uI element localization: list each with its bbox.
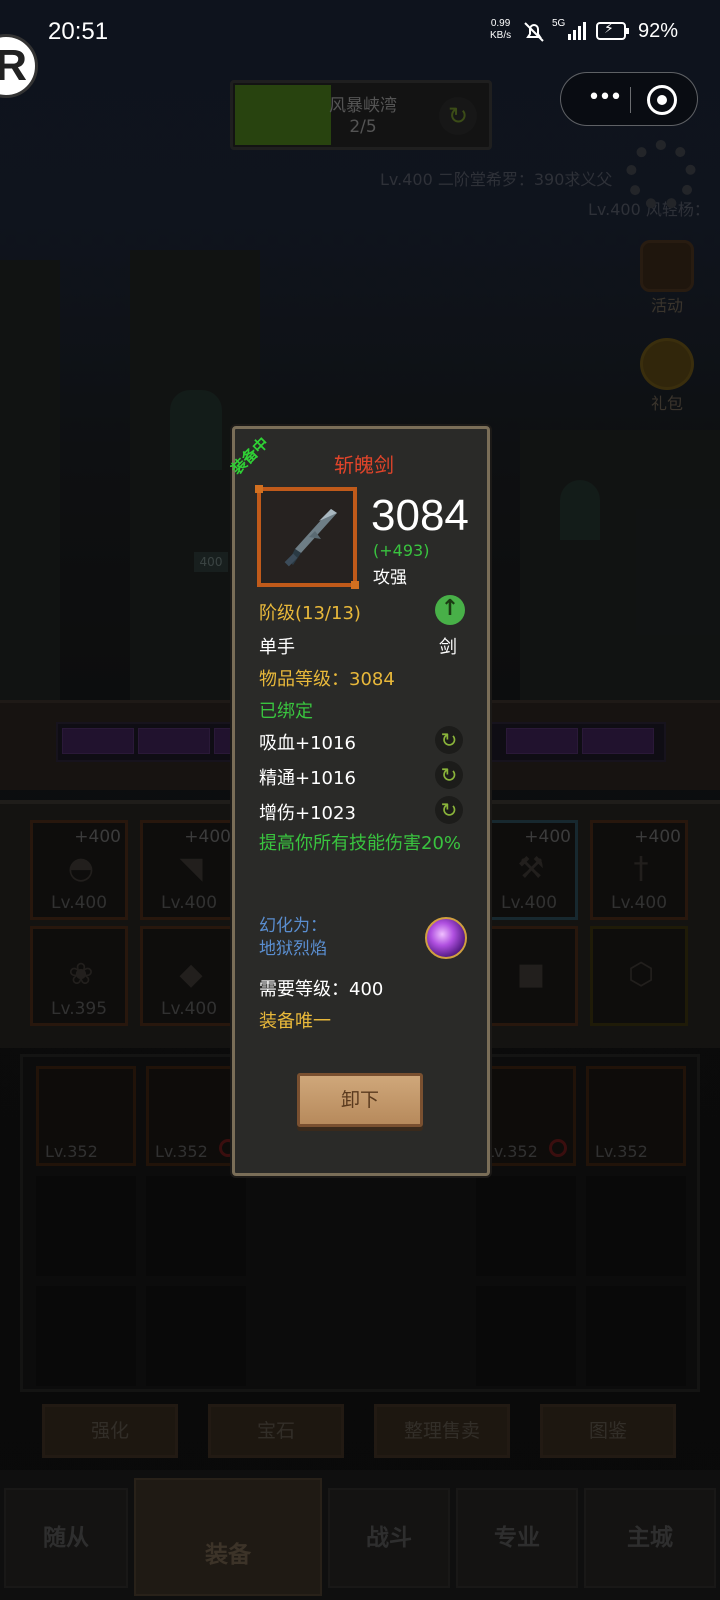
battery-percent: 92%	[638, 20, 679, 42]
stat-line: 增伤+1023	[259, 803, 356, 824]
unequip-button[interactable]: 卸下	[297, 1073, 423, 1127]
net-speed-unit: KB/s	[490, 30, 512, 41]
refresh-icon[interactable]: ↻	[435, 796, 463, 824]
orb-icon[interactable]	[425, 917, 467, 959]
status-bar: 20:51 0.99 KB/s 5G ⚡ 92%	[0, 0, 720, 70]
item-tooltip: 装备中 斩魄剑 3084 (+493) 攻强 阶级(13/13) ↑ 单手 剑 …	[228, 426, 490, 1176]
weapon-type: 剑	[439, 637, 457, 658]
mute-icon	[524, 22, 544, 42]
gear-score: 3084	[371, 491, 469, 540]
refresh-icon[interactable]: ↻	[435, 726, 463, 754]
capsule-divider	[630, 87, 631, 113]
item-name: 斩魄剑	[334, 453, 394, 477]
upgrade-arrow-icon[interactable]: ↑	[435, 595, 465, 625]
bound-status: 已绑定	[259, 701, 313, 722]
clock: 20:51	[48, 18, 109, 45]
stat-line: 精通+1016	[259, 768, 356, 789]
gear-score-delta: (+493)	[373, 541, 430, 560]
required-level: 需要等级：400	[259, 979, 384, 1000]
sword-icon	[284, 509, 337, 567]
transmog-label: 幻化为：	[259, 916, 327, 936]
transmog-info: 幻化为： 地狱烈焰	[259, 915, 327, 961]
unique-equip: 装备唯一	[259, 1011, 331, 1032]
item-quality: 攻强	[373, 568, 407, 588]
item-icon-frame	[255, 485, 359, 589]
network-speed: 0.99 KB/s	[490, 18, 511, 42]
miniprogram-capsule: •••	[560, 72, 698, 126]
network-type: 5G	[552, 18, 566, 29]
signal-icon	[568, 22, 586, 40]
transmog-name: 地狱烈焰	[259, 939, 327, 959]
charging-icon: ⚡	[604, 21, 614, 37]
net-speed-value: 0.99	[490, 18, 511, 29]
item-level: 物品等级：3084	[259, 669, 395, 690]
close-miniprogram-icon[interactable]	[647, 85, 677, 115]
item-grade: 阶级(13/13)	[259, 603, 361, 624]
hand-type: 单手	[259, 637, 295, 658]
item-effect: 提高你所有技能伤害20%	[259, 833, 462, 854]
stat-line: 吸血+1016	[259, 733, 356, 754]
more-icon[interactable]: •••	[579, 87, 629, 111]
refresh-icon[interactable]: ↻	[435, 761, 463, 789]
